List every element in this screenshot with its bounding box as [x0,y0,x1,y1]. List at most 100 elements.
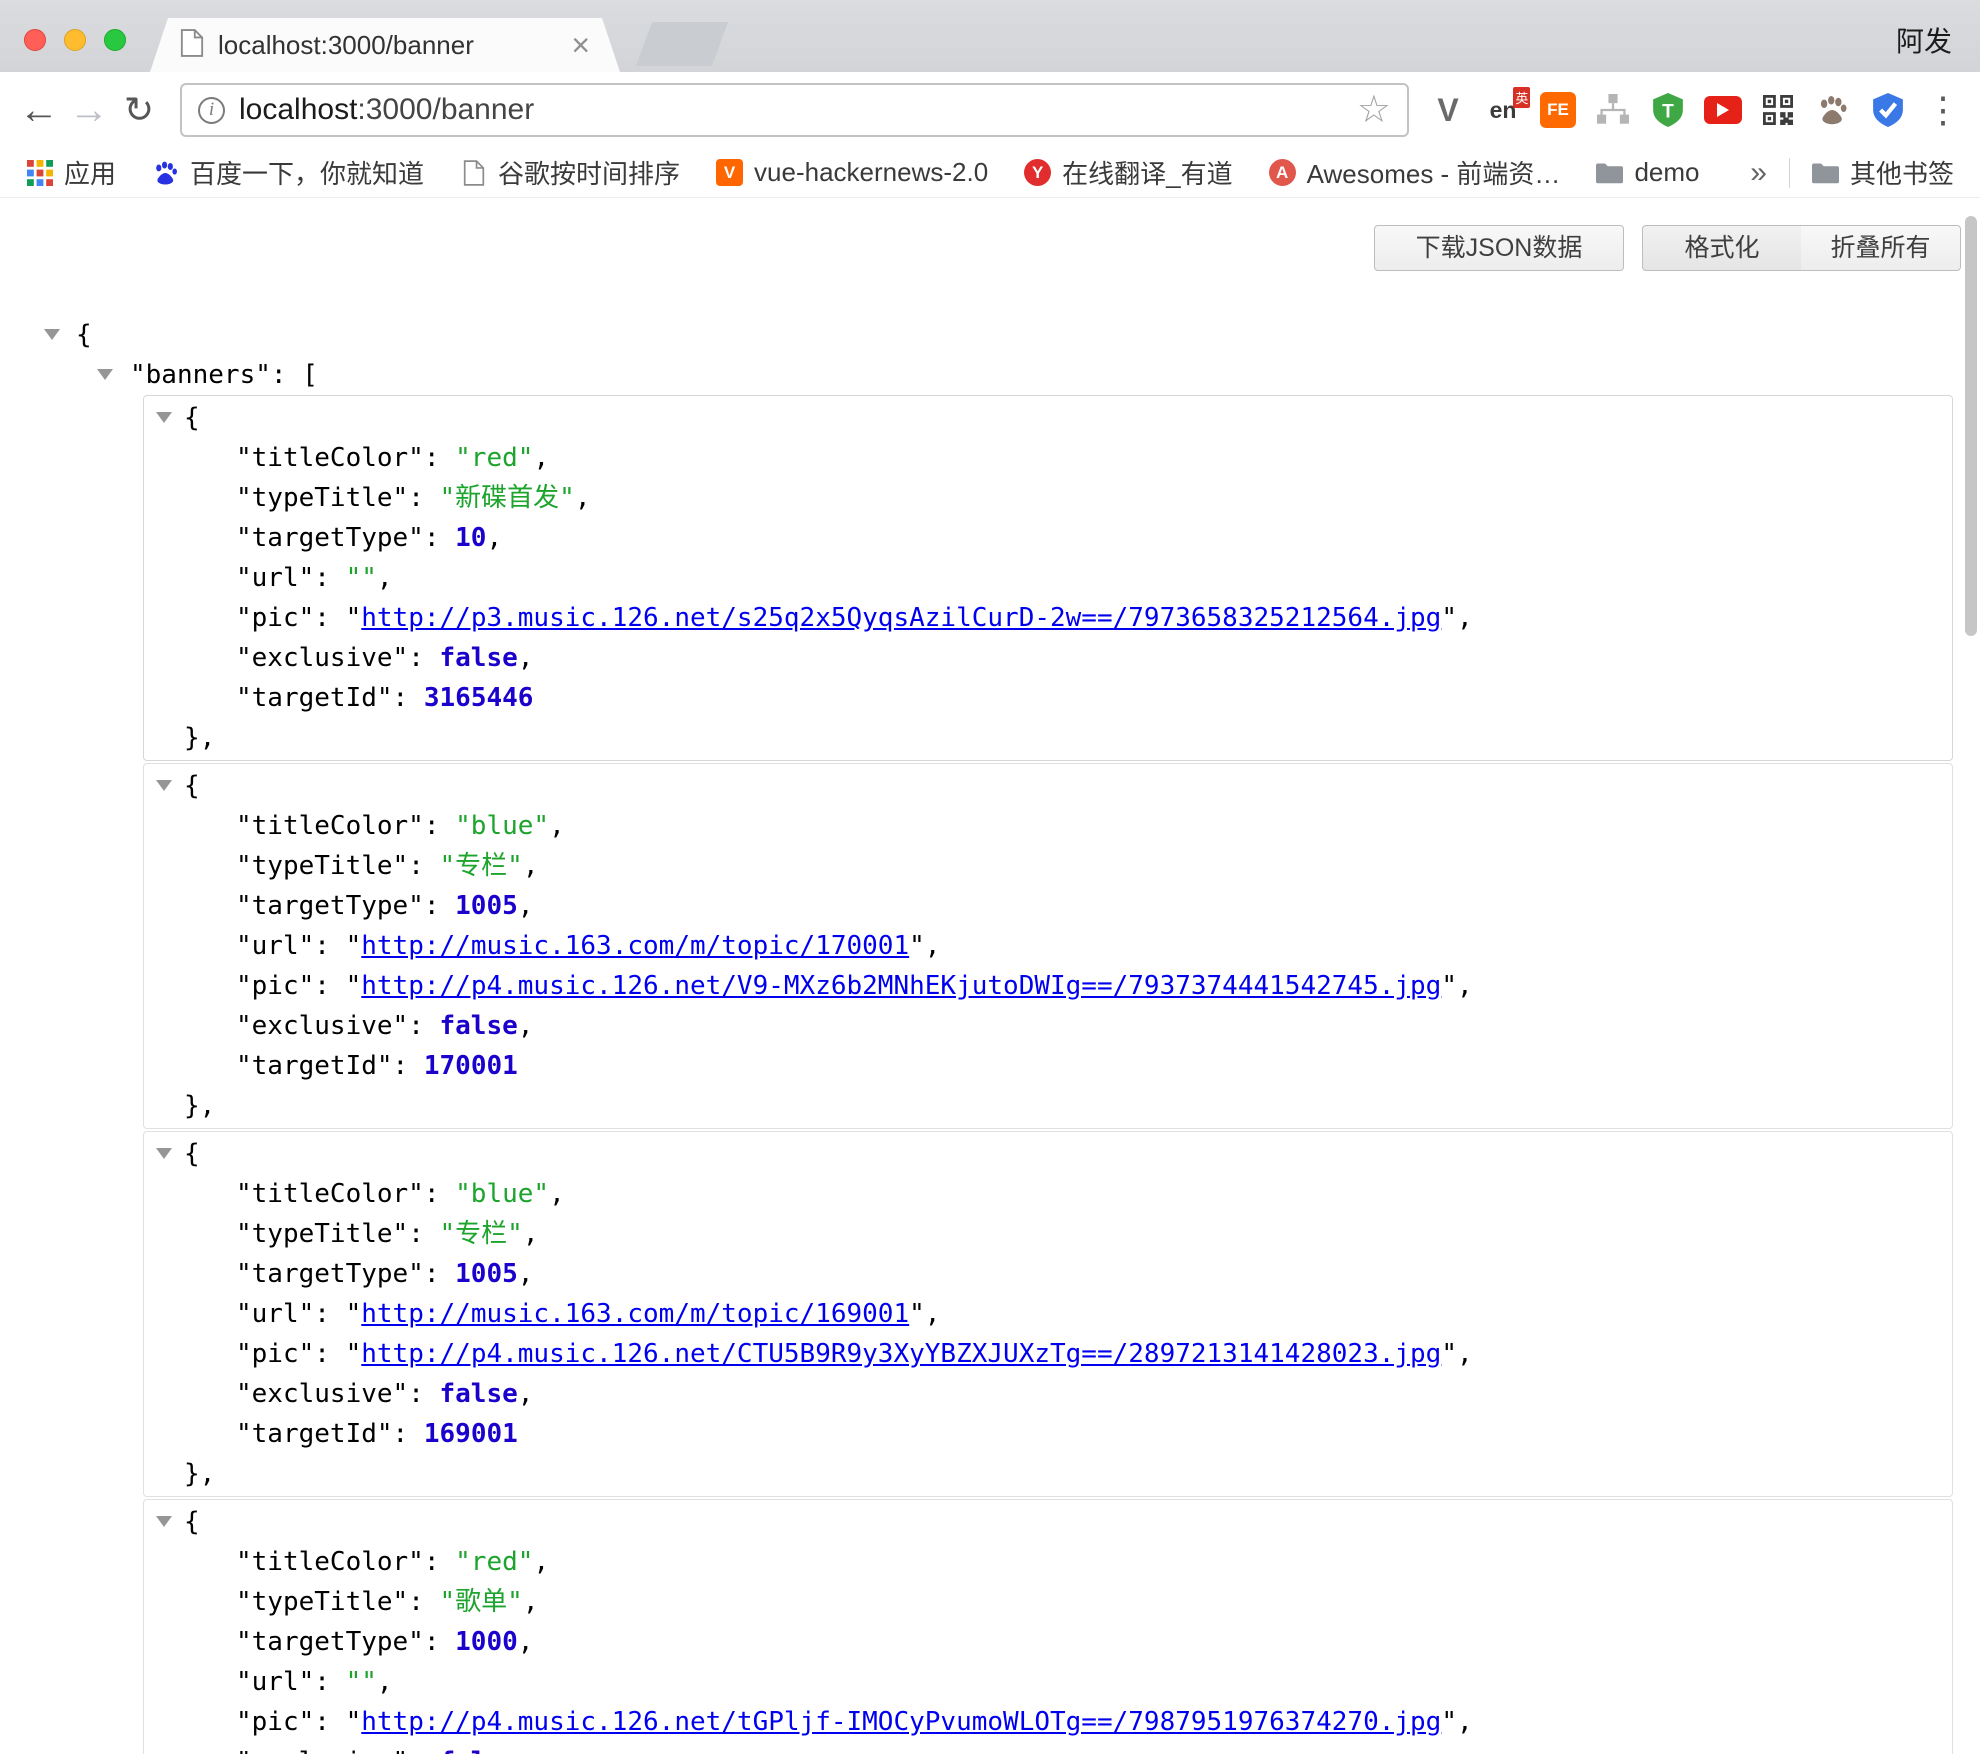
format-button[interactable]: 格式化 [1642,225,1802,271]
json-url-link[interactable]: http://p4.music.126.net/CTU5B9R9y3XyYBZX… [361,1339,1441,1369]
folder-icon [1812,159,1839,186]
json-prop-pic: "pic": "http://p4.music.126.net/V9-MXz6b… [144,966,1952,1006]
minimize-window-button[interactable] [64,29,86,51]
json-prop-targetType: "targetType": 10, [144,518,1952,558]
collapse-toggle-icon[interactable] [156,1148,172,1159]
collapse-toggle-icon[interactable] [97,369,113,380]
address-bar[interactable]: i localhost:3000/banner ☆ [180,83,1409,137]
json-prop-url: "url": "", [144,1662,1952,1702]
collapse-toggle-icon[interactable] [156,780,172,791]
bookmark-google-sort[interactable]: 谷歌按时间排序 [460,154,680,191]
json-url-link[interactable]: http://music.163.com/m/topic/169001 [361,1299,909,1329]
json-prop-targetId: "targetId": 170001 [144,1046,1952,1086]
json-prop-typeTitle: "typeTitle": "歌单", [144,1582,1952,1622]
json-prop-titleColor: "titleColor": "red", [144,438,1952,478]
json-prop-typeTitle: "typeTitle": "专栏", [144,846,1952,886]
bookmark-star-icon[interactable]: ☆ [1357,91,1391,129]
qr-code-extension-icon[interactable] [1759,91,1797,129]
json-boolean-value: false [440,1011,518,1041]
bookmark-label: demo [1634,157,1699,188]
json-prop-targetType: "targetType": 1005, [144,886,1952,926]
json-prop-titleColor: "titleColor": "blue", [144,1174,1952,1214]
translate-extension-icon[interactable]: en英 [1484,91,1522,129]
bookmark-baidu[interactable]: 百度一下，你就知道 [152,154,424,191]
json-key: "titleColor" [236,443,424,473]
forward-button[interactable]: → [64,90,114,130]
json-number-value: 3165446 [424,683,534,713]
json-prop-targetId: "targetId": 169001 [144,1414,1952,1454]
url-path: :3000/banner [357,93,534,126]
json-prop-typeTitle: "typeTitle": "专栏", [144,1214,1952,1254]
page-info-icon[interactable]: i [198,97,225,124]
sitemap-extension-icon[interactable] [1594,91,1632,129]
json-key: "titleColor" [236,1179,424,1209]
green-shield-extension-icon[interactable]: T [1649,91,1687,129]
json-key: "targetType" [236,1259,424,1289]
json-boolean-value: false [440,1379,518,1409]
json-number-value: 10 [455,523,486,553]
json-prop-exclusive: "exclusive": false, [144,1374,1952,1414]
scrollbar-thumb[interactable] [1965,216,1977,636]
json-url-link[interactable]: http://p4.music.126.net/tGPljf-IMOCyPvum… [361,1707,1441,1737]
collapse-all-button[interactable]: 折叠所有 [1801,225,1961,271]
zoom-window-button[interactable] [104,29,126,51]
bookmark-vue-hackernews[interactable]: V vue-hackernews-2.0 [716,157,988,188]
collapse-toggle-icon[interactable] [44,329,60,340]
json-banner-object: {"titleColor": "blue","typeTitle": "专栏",… [143,763,1953,1129]
other-bookmarks-folder[interactable]: 其他书签 [1812,154,1954,191]
json-key: "titleColor" [236,811,424,841]
browser-menu-icon[interactable]: ⋮ [1924,91,1962,129]
paw-extension-icon[interactable] [1814,91,1852,129]
json-string-value: "blue" [455,1179,549,1209]
json-prop-targetType: "targetType": 1000, [144,1622,1952,1662]
json-root-line: { [0,315,1980,355]
tab-close-icon[interactable]: × [571,29,590,61]
bookmark-awesomes[interactable]: A Awesomes - 前端资… [1269,154,1561,191]
apps-grid-icon [26,159,53,186]
bookmarks-overflow-chevron[interactable]: » [1750,156,1767,190]
json-url-link[interactable]: http://p4.music.126.net/V9-MXz6b2MNhEKju… [361,971,1441,1001]
fehelper-extension-icon[interactable]: FE [1539,91,1577,129]
browser-tab[interactable]: localhost:3000/banner × [150,18,620,72]
reload-button[interactable]: ↻ [114,92,164,128]
json-prop-targetType: "targetType": 1005, [144,1254,1952,1294]
collapse-toggle-icon[interactable] [156,412,172,423]
json-key: "targetType" [236,891,424,921]
json-banners-key-line: "banners": [ [0,355,1980,395]
json-key: "pic" [236,603,314,633]
json-url-link[interactable]: http://p3.music.126.net/s25q2x5QyqsAzilC… [361,603,1441,633]
json-object-open: { [144,1502,1952,1542]
bookmark-label: Awesomes - 前端资… [1307,154,1561,191]
json-prop-url: "url": "", [144,558,1952,598]
json-prop-pic: "pic": "http://p4.music.126.net/tGPljf-I… [144,1702,1952,1742]
json-string-value: "red" [455,1547,533,1577]
json-boolean-value: false [440,643,518,673]
json-url-link[interactable]: http://music.163.com/m/topic/170001 [361,931,909,961]
extension-icons: V en英 FE T ⋮ [1429,91,1962,129]
json-prop-exclusive: "exclusive": false, [144,638,1952,678]
bookmark-label: 其他书签 [1850,154,1954,191]
download-json-button[interactable]: 下载JSON数据 [1374,225,1624,271]
json-prop-titleColor: "titleColor": "blue", [144,806,1952,846]
bookmark-youdao[interactable]: Y 在线翻译_有道 [1024,154,1232,191]
json-prop-targetId: "targetId": 3165446 [144,678,1952,718]
json-key: "targetType" [236,523,424,553]
bookmark-demo-folder[interactable]: demo [1596,157,1699,188]
json-key: "titleColor" [236,1547,424,1577]
new-tab-button[interactable] [636,22,728,66]
bookmarks-bar: 应用 百度一下，你就知道 谷歌按时间排序 V vue-hackernews-2.… [0,148,1980,198]
bookmark-apps[interactable]: 应用 [26,154,116,191]
json-banner-object: {"titleColor": "red","typeTitle": "新碟首发"… [143,395,1953,761]
json-banner-object: {"titleColor": "blue","typeTitle": "专栏",… [143,1131,1953,1497]
json-prop-titleColor: "titleColor": "red", [144,1542,1952,1582]
blue-shield-check-extension-icon[interactable] [1869,91,1907,129]
back-button[interactable]: ← [14,90,64,130]
json-string-value: "专栏" [440,1219,523,1249]
vimium-extension-icon[interactable]: V [1429,91,1467,129]
json-key: "banners" [130,360,271,390]
close-window-button[interactable] [24,29,46,51]
collapse-toggle-icon[interactable] [156,1516,172,1527]
youtube-extension-icon[interactable] [1704,91,1742,129]
profile-name[interactable]: 阿发 [1896,20,1952,60]
json-key: "targetId" [236,1419,393,1449]
